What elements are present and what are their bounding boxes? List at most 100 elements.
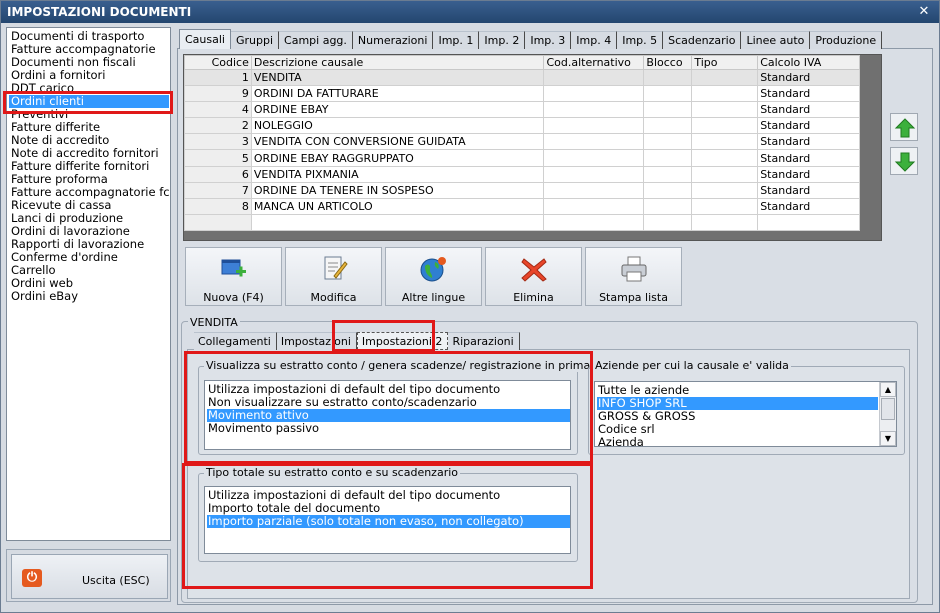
scroll-thumb[interactable]	[881, 398, 895, 420]
total-type-options-list[interactable]: Utilizza impostazioni di default del tip…	[204, 486, 571, 554]
table-cell: 9	[184, 85, 252, 103]
section-title: VENDITA	[188, 316, 240, 329]
column-header[interactable]: Codice	[184, 55, 252, 70]
table-cell: 5	[184, 149, 252, 167]
move-down-button[interactable]	[890, 147, 918, 175]
power-icon: ⏻	[22, 569, 42, 587]
exit-button[interactable]: ⏻ Uscita (ESC)	[11, 554, 168, 599]
table-cell	[643, 117, 693, 135]
table-row[interactable]: 8 MANCA UN ARTICOLO Standard	[184, 197, 860, 215]
table-cell	[543, 197, 645, 215]
list-item[interactable]: Importo parziale (solo totale non evaso,…	[207, 515, 570, 528]
new-button[interactable]: Nuova (F4)	[185, 247, 282, 306]
table-cell: Standard	[757, 197, 860, 215]
table-row[interactable]: 3 VENDITA CON CONVERSIONE GUIDATA Standard	[184, 133, 860, 151]
table-cell: 4	[184, 101, 252, 119]
table-cell	[543, 68, 645, 87]
new-button-label: Nuova (F4)	[203, 291, 264, 304]
table-cell	[250, 213, 545, 232]
document-type-list[interactable]: Documenti di trasporto Fatture accompagna…	[6, 27, 171, 541]
column-header[interactable]: Cod.alternativo	[543, 55, 645, 70]
arrow-up-icon	[894, 118, 916, 138]
display-group-title: Visualizza su estratto conto / genera sc…	[204, 359, 621, 372]
table-row[interactable]: 5 ORDINE EBAY RAGGRUPPATO Standard	[184, 149, 860, 167]
table-cell: Standard	[757, 117, 860, 135]
table-cell	[643, 68, 693, 87]
column-header[interactable]: Calcolo IVA	[757, 55, 860, 70]
table-cell	[643, 197, 693, 215]
exit-label: Uscita (ESC)	[82, 574, 150, 587]
table-cell	[643, 165, 693, 183]
tab-produzione[interactable]: Produzione	[810, 31, 883, 49]
move-up-button[interactable]	[890, 113, 918, 141]
subtab-impostazioni[interactable]: Impostazioni	[276, 332, 357, 350]
tab-imp-3[interactable]: Imp. 3	[525, 31, 572, 49]
print-list-button[interactable]: Stampa lista	[585, 247, 682, 306]
table-cell	[643, 149, 693, 167]
subtab-riparazioni[interactable]: Riparazioni	[448, 332, 520, 350]
table-cell: VENDITA PIXMANIA	[250, 165, 545, 183]
tab-imp-5[interactable]: Imp. 5	[617, 31, 664, 49]
list-item[interactable]: Azienda	[597, 436, 878, 447]
doc-type-item[interactable]: Ordini eBay	[11, 290, 170, 303]
grid-header-row: Codice Descrizione causale Cod.alternativo…	[184, 55, 860, 70]
column-header[interactable]: Descrizione causale	[250, 55, 545, 70]
column-header[interactable]: Tipo	[691, 55, 759, 70]
table-cell	[691, 117, 759, 135]
settings-window: IMPOSTAZIONI DOCUMENTI ✕ Documenti di tr…	[0, 0, 940, 613]
tab-numerazioni[interactable]: Numerazioni	[352, 31, 434, 49]
table-cell	[691, 133, 759, 151]
tab-gruppi[interactable]: Gruppi	[230, 31, 280, 49]
table-cell: ORDINE DA TENERE IN SOSPESO	[250, 181, 545, 199]
tab-imp-4[interactable]: Imp. 4	[571, 31, 618, 49]
scroll-up-icon[interactable]: ▲	[880, 382, 896, 397]
languages-button[interactable]: Altre lingue	[385, 247, 482, 306]
table-cell	[543, 213, 645, 232]
subtab-collegamenti[interactable]: Collegamenti	[194, 332, 277, 350]
title-bar: IMPOSTAZIONI DOCUMENTI ✕	[1, 1, 939, 23]
table-row[interactable]: 6 VENDITA PIXMANIA Standard	[184, 165, 860, 183]
printer-icon	[621, 256, 647, 282]
table-cell: NOLEGGIO	[250, 117, 545, 135]
tab-campi-agg[interactable]: Campi agg.	[279, 31, 353, 49]
display-options-list[interactable]: Utilizza impostazioni di default del tip…	[204, 380, 571, 450]
tab-imp-1[interactable]: Imp. 1	[433, 31, 480, 49]
table-row[interactable]: 4 ORDINE EBAY Standard	[184, 101, 860, 119]
table-cell	[184, 213, 252, 232]
delete-button[interactable]: Elimina	[485, 247, 582, 306]
table-cell: Standard	[757, 181, 860, 199]
edit-document-icon	[324, 256, 348, 280]
tab-linee-auto[interactable]: Linee auto	[741, 31, 811, 49]
arrow-down-icon	[894, 152, 916, 172]
table-cell	[691, 85, 759, 103]
tab-causali[interactable]: Causali	[179, 29, 231, 49]
tab-imp-2[interactable]: Imp. 2	[479, 31, 526, 49]
table-cell	[543, 85, 645, 103]
table-row[interactable]: 2 NOLEGGIO Standard	[184, 117, 860, 135]
table-cell	[691, 181, 759, 199]
close-icon[interactable]: ✕	[917, 5, 931, 19]
table-cell: Standard	[757, 133, 860, 151]
companies-group-title: Aziende per cui la causale e' valida	[593, 359, 791, 372]
list-item[interactable]: Movimento passivo	[207, 422, 570, 435]
scroll-down-icon[interactable]: ▼	[880, 431, 896, 446]
table-row[interactable]: 1 VENDITA Standard	[184, 68, 860, 87]
edit-button[interactable]: Modifica	[285, 247, 382, 306]
table-row[interactable]: 7 ORDINE DA TENERE IN SOSPESO Standard	[184, 181, 860, 199]
companies-list[interactable]: Tutte le aziende INFO SHOP SRL GROSS & GRO…	[594, 381, 897, 447]
companies-scrollbar[interactable]: ▲ ▼	[879, 382, 896, 446]
causali-grid[interactable]: Codice Descrizione causale Cod.alternativo…	[184, 55, 860, 232]
table-cell	[643, 133, 693, 151]
table-cell: Standard	[757, 149, 860, 167]
subtab-impostazioni-2[interactable]: Impostazioni 2	[356, 332, 449, 350]
tab-scadenzario[interactable]: Scadenzario	[663, 31, 742, 49]
table-cell: Standard	[757, 101, 860, 119]
edit-button-label: Modifica	[310, 291, 357, 304]
table-cell: ORDINE EBAY	[250, 101, 545, 119]
table-cell: VENDITA CON CONVERSIONE GUIDATA	[250, 133, 545, 151]
table-cell: 6	[184, 165, 252, 183]
table-cell: VENDITA	[250, 68, 545, 87]
column-header[interactable]: Blocco	[643, 55, 693, 70]
table-row[interactable]: 9 ORDINI DA FATTURARE Standard	[184, 85, 860, 103]
table-cell: Standard	[757, 85, 860, 103]
